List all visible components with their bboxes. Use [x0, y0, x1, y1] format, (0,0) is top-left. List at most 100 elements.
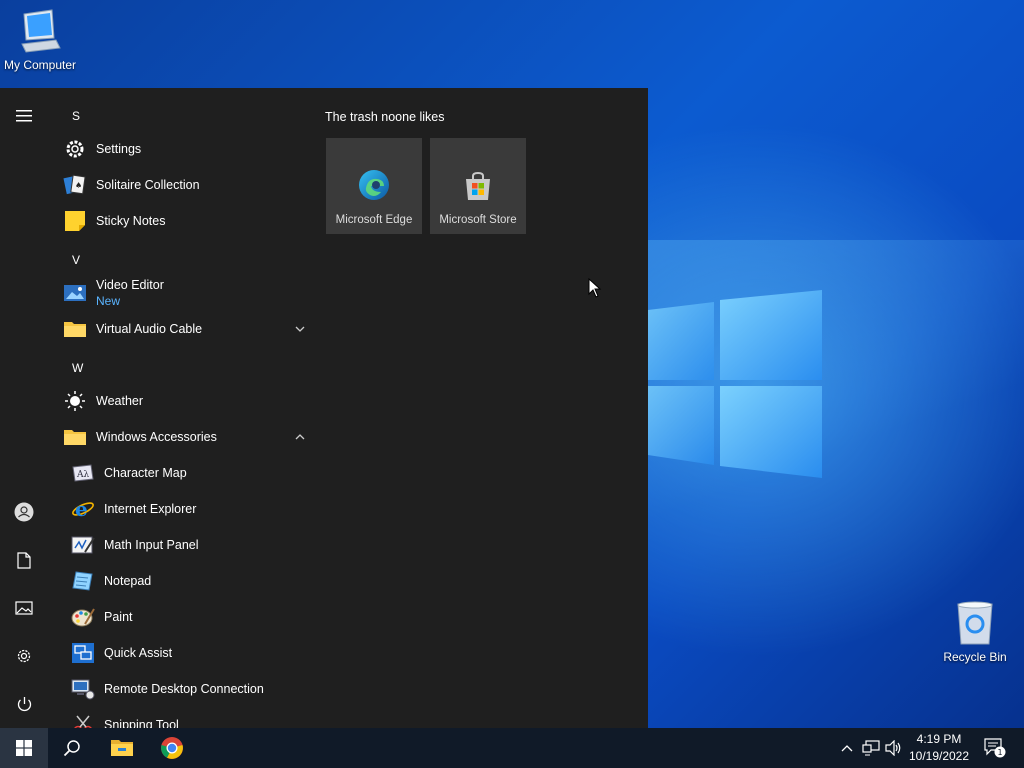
folder-icon [62, 424, 88, 450]
app-label: Weather [96, 394, 144, 408]
app-label: Virtual Audio Cable [96, 322, 203, 336]
app-settings[interactable]: Settings [60, 131, 312, 167]
power-icon [17, 696, 31, 711]
start-button[interactable] [0, 728, 48, 768]
desktop-icon-label: My Computer [3, 58, 77, 72]
desktop-icon-recycle-bin[interactable]: Recycle Bin [935, 600, 1015, 664]
volume-button[interactable] [884, 728, 904, 768]
network-icon [862, 740, 880, 756]
desktop-icon-my-computer[interactable]: My Computer [0, 8, 80, 72]
power-button[interactable] [0, 684, 48, 724]
app-label: Quick Assist [104, 646, 173, 660]
tile-label: Microsoft Store [439, 214, 517, 226]
sticky-note-icon [62, 208, 88, 234]
pictures-icon [15, 601, 33, 615]
app-label: Math Input Panel [104, 538, 199, 552]
app-label: Character Map [104, 466, 187, 480]
clock-time: 4:19 PM [916, 732, 962, 746]
action-center-button[interactable]: 1 [980, 728, 1010, 768]
character-map-icon: Aλ [70, 460, 96, 486]
start-menu: S Settings ♠ Solitaire Collection Sticky… [0, 88, 648, 728]
app-weather[interactable]: Weather [60, 383, 312, 419]
clock-date: 10/19/2022 [908, 749, 970, 763]
search-button[interactable] [48, 728, 96, 768]
settings-button[interactable] [0, 636, 48, 676]
app-label: Internet Explorer [104, 502, 197, 516]
section-header-s[interactable]: S [72, 109, 80, 123]
app-solitaire-collection[interactable]: ♠ Solitaire Collection [60, 167, 312, 203]
sun-icon [62, 388, 88, 414]
pinned-tiles-area: The trash noone likes Microsoft Edge Mic… [312, 88, 648, 728]
paint-palette-icon [70, 604, 96, 630]
chevron-up-icon [841, 745, 853, 752]
taskbar-file-explorer[interactable] [98, 728, 146, 768]
document-icon [17, 551, 31, 569]
app-label: Settings [96, 142, 142, 156]
user-icon [14, 502, 34, 522]
app-sticky-notes[interactable]: Sticky Notes [60, 203, 312, 239]
chrome-icon [161, 737, 183, 759]
remote-desktop-icon [70, 676, 96, 702]
tile-group-title[interactable]: The trash noone likes [325, 110, 445, 124]
gear-icon [62, 136, 88, 162]
taskbar: 4:19 PM 10/19/2022 1 [0, 728, 1024, 768]
show-hidden-icons-button[interactable] [838, 728, 856, 768]
microsoft-store-icon [466, 171, 490, 200]
user-account-button[interactable] [0, 492, 48, 532]
app-label: Notepad [104, 574, 152, 588]
internet-explorer-icon: e [70, 496, 96, 522]
hamburger-icon [16, 110, 32, 122]
taskbar-clock[interactable]: 4:19 PM 10/19/2022 [902, 731, 976, 765]
app-snipping-tool[interactable]: Snipping Tool [68, 707, 312, 728]
app-list[interactable]: S Settings ♠ Solitaire Collection Sticky… [48, 88, 312, 728]
computer-icon [21, 9, 61, 53]
app-label: Video Editor [96, 278, 164, 292]
app-remote-desktop-connection[interactable]: Remote Desktop Connection [68, 671, 312, 707]
chevron-up-icon[interactable] [294, 431, 306, 443]
tile-microsoft-edge[interactable]: Microsoft Edge [326, 138, 422, 234]
tile-microsoft-store[interactable]: Microsoft Store [430, 138, 526, 234]
video-editor-icon [62, 280, 88, 306]
app-notepad[interactable]: Notepad [68, 563, 312, 599]
app-math-input-panel[interactable]: Math Input Panel [68, 527, 312, 563]
app-internet-explorer[interactable]: e Internet Explorer [68, 491, 312, 527]
pictures-button[interactable] [0, 588, 48, 628]
notification-count: 1 [997, 748, 1002, 757]
tile-label: Microsoft Edge [335, 214, 413, 226]
scissors-icon [70, 712, 96, 728]
mouse-cursor-icon [588, 278, 602, 298]
speaker-icon [885, 740, 901, 756]
app-quick-assist[interactable]: Quick Assist [68, 635, 312, 671]
expand-menu-button[interactable] [0, 96, 48, 136]
solitaire-cards-icon: ♠ [62, 172, 88, 198]
math-input-icon [70, 532, 96, 558]
app-character-map[interactable]: Aλ Character Map [68, 455, 312, 491]
microsoft-edge-icon [359, 170, 389, 200]
quick-assist-icon [70, 640, 96, 666]
folder-icon [111, 740, 133, 756]
recycle-bin-icon [957, 601, 993, 645]
app-paint[interactable]: Paint [68, 599, 312, 635]
windows-logo-icon [16, 740, 32, 756]
app-label: Remote Desktop Connection [104, 682, 264, 696]
section-header-w[interactable]: W [72, 361, 83, 375]
chevron-down-icon[interactable] [294, 323, 306, 335]
documents-button[interactable] [0, 540, 48, 580]
svg-text:♠: ♠ [75, 181, 82, 190]
svg-text:Aλ: Aλ [76, 470, 89, 480]
app-video-editor[interactable]: Video Editor New [60, 275, 312, 311]
folder-icon [62, 316, 88, 342]
search-icon [63, 740, 80, 757]
svg-text:e: e [75, 497, 88, 521]
section-header-v[interactable]: V [72, 253, 80, 267]
app-label: Windows Accessories [96, 430, 217, 444]
taskbar-chrome[interactable] [148, 728, 196, 768]
app-windows-accessories[interactable]: Windows Accessories [60, 419, 312, 455]
notepad-icon [70, 568, 96, 594]
network-button[interactable] [860, 728, 882, 768]
app-label: Sticky Notes [96, 214, 166, 228]
notification-icon: 1 [984, 738, 1006, 758]
new-badge: New [96, 294, 121, 308]
app-label: Paint [104, 610, 133, 624]
app-virtual-audio-cable[interactable]: Virtual Audio Cable [60, 311, 312, 347]
